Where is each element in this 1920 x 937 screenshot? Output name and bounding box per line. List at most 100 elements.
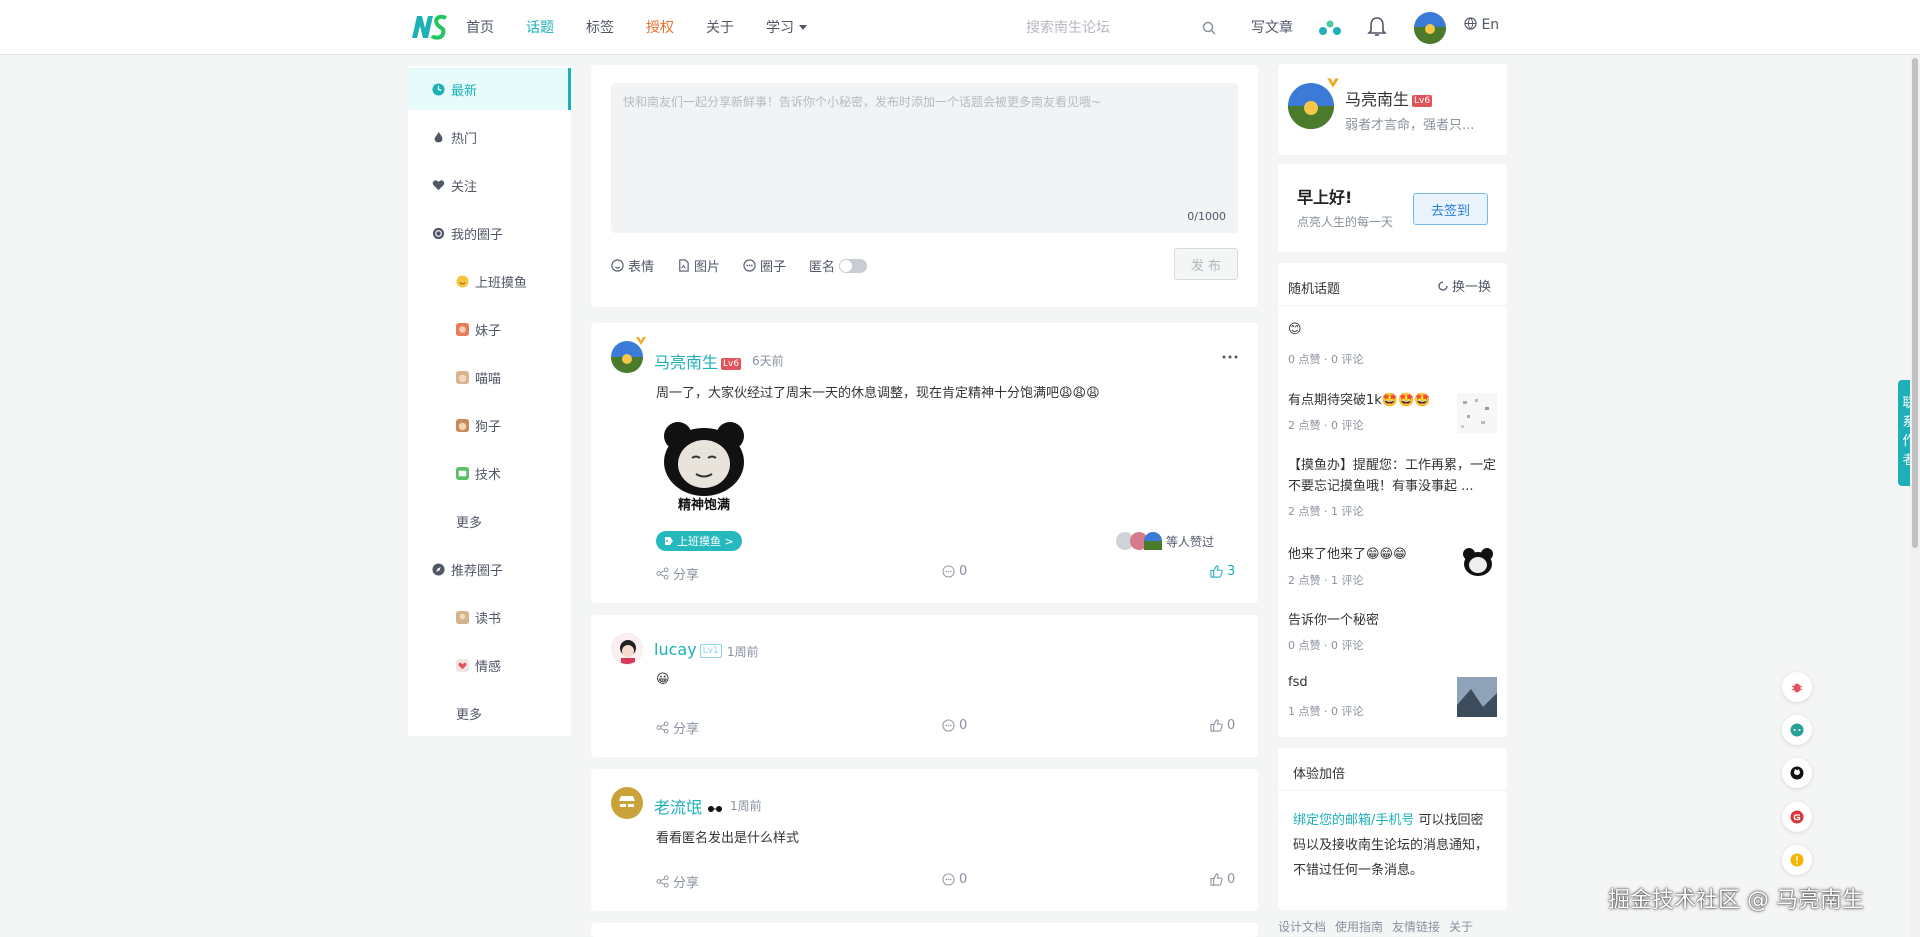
cat-emoji-icon [456,370,469,384]
language-switch[interactable]: En [1464,17,1499,33]
like-button[interactable]: 0 [1210,718,1235,733]
post-author-name[interactable]: lucay Lv1 [654,640,722,659]
sidebar-item-tech[interactable]: 技术 [408,452,571,494]
topic-thumbnail[interactable] [1460,546,1496,582]
nav-topics[interactable]: 话题 [526,17,554,37]
profile-name[interactable]: 马亮南生 Lv6 [1345,86,1433,110]
sidebar-item-my-circles[interactable]: 我的圈子 [408,212,571,254]
share-button[interactable]: 分享 [656,872,699,891]
gitee-icon [1790,810,1804,824]
greeting-title: 早上好! [1297,188,1353,207]
random-topic-title[interactable]: 😊 [1288,322,1302,337]
sidebar-label: 推荐圈子 [451,563,504,579]
sidebar-item-more[interactable]: 更多 [408,692,571,734]
random-topic-title[interactable]: 有点期待突破1k🤩🤩🤩 [1288,389,1430,408]
sidebar-item-more[interactable]: 更多 [408,500,571,542]
divider [1278,790,1507,791]
sidebar-item-dogs[interactable]: 狗子 [408,404,571,446]
sidebar-item-recommended[interactable]: 推荐圈子 [408,548,571,590]
post-author-avatar[interactable] [611,633,643,665]
sidebar-item-cats[interactable]: 喵喵 [408,356,571,398]
gitee-button[interactable] [1782,802,1812,832]
like-button[interactable]: 3 [1210,564,1235,579]
site-logo[interactable] [410,14,448,40]
user-avatar[interactable] [1414,12,1446,44]
comment-button[interactable]: 0 [942,872,967,887]
bind-account-link[interactable]: 绑定您的邮箱/手机号 [1293,813,1414,828]
post-content: 😀 [656,672,670,687]
topic-tag[interactable]: 上班摸鱼 > [656,531,742,551]
clock-icon [432,82,445,96]
github-button[interactable] [1782,758,1812,788]
warning-icon [1790,853,1804,867]
refresh-button[interactable]: 换一换 [1437,276,1491,295]
comment-button[interactable]: 0 [942,564,967,579]
bug-report-button[interactable] [1782,672,1812,702]
random-topic-title[interactable]: fsd [1288,675,1308,690]
sidebar-item-hot[interactable]: 热门 [408,116,571,158]
share-button[interactable]: 分享 [656,564,699,583]
sidebar-item-latest[interactable]: 最新 [408,68,571,110]
sidebar-item-emotion[interactable]: 情感 [408,644,571,686]
post-author-name[interactable]: 马亮南生 Lv6 [654,349,742,373]
sidebar-item-moyu[interactable]: 上班摸鱼 [408,260,571,302]
search-icon[interactable] [1202,21,1216,35]
scrollbar-thumb[interactable] [1912,58,1918,548]
circle-tool[interactable]: 圈子 [743,256,786,275]
compose-textarea[interactable]: 快和南友们一起分享新鲜事！告诉你个小秘密，发布时添加一个话题会被更多南友看见哦~… [611,83,1238,233]
topic-thumbnail[interactable] [1457,677,1497,717]
sidebar-label: 我的圈子 [451,227,504,243]
nav-about[interactable]: 关于 [706,17,734,37]
emoji-tool[interactable]: 表情 [611,256,654,275]
nav-tags[interactable]: 标签 [586,17,614,37]
post-content: 周一了，大家伙经过了周末一天的休息调整，现在肯定精神十分饱满吧😩😩😩 [656,386,1100,401]
toggle-switch[interactable] [839,258,868,273]
circle-icon [432,227,445,239]
random-topic-title[interactable]: 他来了他来了😁😁😁 [1288,543,1407,562]
footer-link[interactable]: 关于 [1449,918,1473,935]
sidebar-item-reading[interactable]: 读书 [408,596,571,638]
write-article-link[interactable]: 写文章 [1251,17,1293,37]
post-time: 1周前 [730,799,762,813]
random-topic-title[interactable]: 【摸鱼办】提醒您：工作再累，一定不要忘记摸鱼哦！有事没事起 ... [1288,455,1503,497]
post-author-avatar[interactable] [611,787,643,819]
footer-link[interactable]: 友情链接 [1392,918,1440,935]
anonymous-toggle[interactable]: 匿名 [809,256,868,275]
circles-icon[interactable] [1317,18,1343,38]
nav-learn-label: 学习 [766,20,794,36]
share-button[interactable]: 分享 [656,718,699,737]
github-icon [1790,766,1804,780]
meme-caption: 精神饱满 [677,498,730,513]
post-author-name[interactable]: 老流氓 [654,794,723,818]
nav-home[interactable]: 首页 [466,17,494,37]
checkin-button[interactable]: 去签到 [1413,193,1488,225]
image-tool[interactable]: 图片 [677,256,720,275]
comment-button[interactable]: 0 [942,718,967,733]
like-button[interactable]: 0 [1210,872,1235,887]
language-label: En [1481,17,1500,33]
likers-row[interactable]: 等人赞过 [1116,532,1214,550]
footer-links: 设计文档 使用指南 友情链接 关于 [1278,918,1473,935]
post-card [591,923,1258,937]
sidebar-item-follow[interactable]: 关注 [408,164,571,206]
sidebar-item-girls[interactable]: 妹子 [408,308,571,350]
random-topic-title[interactable]: 告诉你一个秘密 [1288,609,1379,628]
panda-meme-image [664,422,744,496]
search-input[interactable] [1026,18,1196,38]
publish-button[interactable]: 发 布 [1174,248,1238,280]
bell-icon[interactable] [1367,16,1387,38]
top-navbar: 首页 话题 标签 授权 关于 学习 写文章 En [0,0,1920,55]
profile-avatar[interactable] [1288,83,1334,129]
notice-button[interactable] [1782,845,1812,875]
nav-learn[interactable]: 学习 [766,17,808,37]
more-icon[interactable] [1222,355,1238,359]
footer-link[interactable]: 设计文档 [1278,918,1326,935]
nav-license[interactable]: 授权 [646,17,674,37]
footer-link[interactable]: 使用指南 [1335,918,1383,935]
post-image[interactable]: 精神饱满 [656,418,752,514]
topic-thumbnail[interactable] [1457,393,1497,433]
tool-label: 图片 [694,260,721,275]
chat-button[interactable] [1782,715,1812,745]
post-time: 6天前 [752,354,784,368]
tech-emoji-icon [456,466,469,480]
